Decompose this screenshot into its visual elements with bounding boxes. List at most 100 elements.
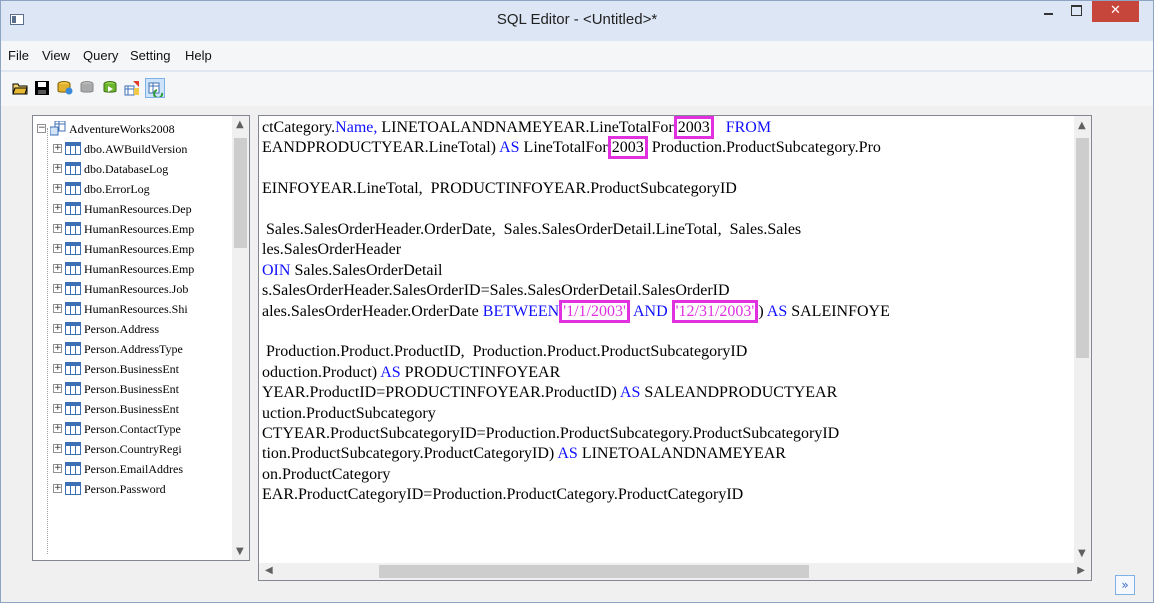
code-line: Sales.SalesOrderHeader.OrderDate, Sales.… xyxy=(262,221,801,241)
table-icon xyxy=(65,242,81,255)
tree-item[interactable]: + HumanResources.Job xyxy=(33,279,229,299)
tree-item[interactable]: + Person.Password xyxy=(33,479,229,499)
table-icon xyxy=(65,422,81,435)
tree-item[interactable]: + Person.AddressType xyxy=(33,339,229,359)
expand-icon[interactable]: + xyxy=(53,244,62,253)
table-icon xyxy=(65,322,81,335)
code-text: CTYEAR.ProductSubcategoryID=Production.P… xyxy=(262,425,840,442)
tree-item[interactable]: + HumanResources.Emp xyxy=(33,239,229,259)
tree-item[interactable]: + Person.BusinessEnt xyxy=(33,359,229,379)
scroll-down-icon[interactable]: ▼ xyxy=(1078,548,1086,559)
editor-vertical-scrollbar[interactable]: ▲ ▼ xyxy=(1074,116,1091,563)
expand-icon[interactable]: + xyxy=(53,444,62,453)
tree-item[interactable]: + HumanResources.Dep xyxy=(33,199,229,219)
expand-icon[interactable]: + xyxy=(53,144,62,153)
code-text: LineTotalFor xyxy=(519,139,608,157)
code-line: on.ProductCategory xyxy=(262,466,390,486)
expand-icon[interactable]: + xyxy=(53,384,62,393)
expand-icon[interactable]: + xyxy=(53,284,62,293)
code-text: uction.ProductSubcategory xyxy=(262,404,436,422)
sql-keyword: Name, xyxy=(335,119,378,136)
scroll-left-icon[interactable]: ◀ xyxy=(265,565,273,576)
maximize-button[interactable] xyxy=(1063,1,1089,22)
import-data-icon xyxy=(124,81,139,96)
code-text: oduction.Product) xyxy=(262,363,378,381)
tree-item[interactable]: + Person.BusinessEnt xyxy=(33,379,229,399)
code-text: ctCategory. xyxy=(262,119,336,136)
tree-item[interactable]: + dbo.ErrorLog xyxy=(33,179,229,199)
expand-panel-button[interactable]: » xyxy=(1115,575,1135,595)
refresh-button[interactable] xyxy=(145,78,165,98)
menu-setting[interactable]: Setting xyxy=(130,48,170,63)
menu-query[interactable]: Query xyxy=(83,48,118,63)
table-icon xyxy=(65,282,81,295)
expand-icon[interactable]: + xyxy=(53,184,62,193)
expand-icon[interactable]: + xyxy=(53,264,62,273)
sql-keyword: BETWEEN xyxy=(478,302,560,320)
run-query-button[interactable] xyxy=(100,78,120,98)
tree-item[interactable]: + Person.ContactType xyxy=(33,419,229,439)
expand-icon[interactable]: + xyxy=(53,404,62,413)
menu-file[interactable]: File xyxy=(8,48,29,63)
expand-icon[interactable]: + xyxy=(53,164,62,173)
tree-vertical-scrollbar[interactable]: ▲ ▼ xyxy=(232,116,249,560)
tree-item[interactable]: + HumanResources.Shi xyxy=(33,299,229,319)
tree-item[interactable]: + Person.Address xyxy=(33,319,229,339)
expand-icon[interactable]: + xyxy=(53,464,62,473)
code-line: s.SalesOrderHeader.SalesOrderID=Sales.Sa… xyxy=(262,282,730,302)
editor-vscroll-thumb[interactable] xyxy=(1076,138,1089,358)
open-folder-icon xyxy=(12,83,28,95)
sql-keyword: AS xyxy=(763,302,788,320)
save-button[interactable] xyxy=(32,78,52,98)
table-icon xyxy=(65,182,81,195)
tree-root[interactable]: − AdventureWorks2008 xyxy=(33,119,229,139)
expand-icon[interactable]: + xyxy=(53,424,62,433)
scroll-down-icon[interactable]: ▼ xyxy=(236,546,244,557)
tree-item[interactable]: + dbo.AWBuildVersion xyxy=(33,139,229,159)
table-icon xyxy=(65,402,81,415)
editor-horizontal-scrollbar[interactable]: ◀ ▶ xyxy=(259,563,1091,580)
menu-view[interactable]: View xyxy=(42,48,70,63)
tree-item[interactable]: + dbo.DatabaseLog xyxy=(33,159,229,179)
sql-editor-window: SQL Editor - <Untitled>* ✕ File View Que… xyxy=(0,0,1154,603)
disconnect-button[interactable] xyxy=(77,78,97,98)
menu-help[interactable]: Help xyxy=(185,48,212,63)
tree-item-label: dbo.AWBuildVersion xyxy=(84,142,188,156)
sql-keyword: FROM xyxy=(725,119,772,136)
sql-code-editor[interactable]: ctCategory.Name, LINETOALANDNAMEYEAR.Lin… xyxy=(258,115,1092,581)
connect-database-button[interactable] xyxy=(55,78,75,98)
run-query-icon xyxy=(103,81,117,93)
expand-icon[interactable]: + xyxy=(53,324,62,333)
tree-item[interactable]: + HumanResources.Emp xyxy=(33,219,229,239)
import-data-button[interactable] xyxy=(122,78,142,98)
open-button[interactable] xyxy=(10,78,30,98)
expand-icon[interactable]: + xyxy=(53,484,62,493)
code-text: on.ProductCategory xyxy=(262,465,391,483)
expand-icon[interactable]: + xyxy=(53,224,62,233)
database-tree[interactable]: − AdventureWorks2008 + dbo.AWBuildVersion… xyxy=(32,115,250,561)
scroll-right-icon[interactable]: ▶ xyxy=(1077,565,1085,576)
title-bar[interactable]: SQL Editor - <Untitled>* ✕ xyxy=(1,1,1153,41)
expand-icon[interactable]: + xyxy=(53,344,62,353)
expand-icon[interactable]: + xyxy=(53,204,62,213)
scroll-up-icon[interactable]: ▲ xyxy=(1078,120,1086,131)
highlighted-token: 2003 xyxy=(673,116,714,139)
tree-item[interactable]: + HumanResources.Emp xyxy=(33,259,229,279)
minimize-button[interactable] xyxy=(1035,1,1061,22)
tree-scroll-thumb[interactable] xyxy=(234,138,247,248)
tree-item[interactable]: + Person.BusinessEnt xyxy=(33,399,229,419)
table-icon xyxy=(65,442,81,455)
tree-item[interactable]: + Person.CountryRegi xyxy=(33,439,229,459)
tree-item-label: Person.Address xyxy=(84,322,159,336)
window-title: SQL Editor - <Untitled>* xyxy=(496,11,658,28)
code-line: ctCategory.Name, LINETOALANDNAMEYEAR.Lin… xyxy=(262,116,772,139)
expand-icon[interactable]: + xyxy=(53,364,62,373)
expand-icon[interactable]: + xyxy=(53,304,62,313)
editor-hscroll-thumb[interactable] xyxy=(379,565,809,578)
code-line: YEAR.ProductID=PRODUCTINFOYEAR.ProductID… xyxy=(262,384,837,404)
tree-item[interactable]: + Person.EmailAddres xyxy=(33,459,229,479)
close-button[interactable]: ✕ xyxy=(1092,1,1139,22)
tree-item-label: Person.Password xyxy=(84,482,166,496)
collapse-icon[interactable]: − xyxy=(37,124,46,133)
scroll-up-icon[interactable]: ▲ xyxy=(236,119,244,130)
